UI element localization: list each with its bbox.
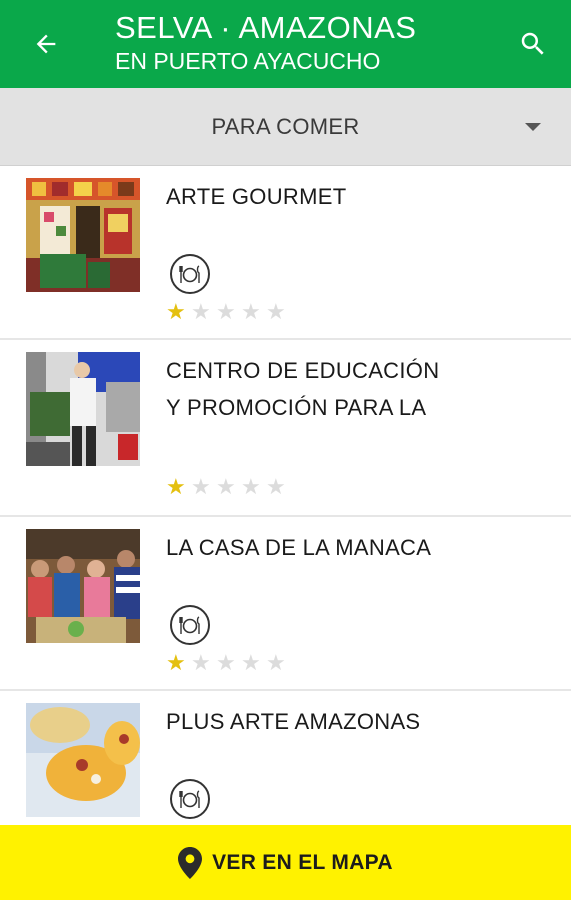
- view-map-button[interactable]: VER EN EL MAPA: [0, 825, 571, 900]
- app-bar: SELVA · AMAZONAS EN PUERTO AYACUCHO: [0, 0, 571, 88]
- star-icon: ★: [191, 299, 211, 324]
- page-subtitle: EN PUERTO AYACUCHO: [115, 48, 381, 74]
- star-icon: ★: [216, 650, 236, 675]
- star-icon: ★: [266, 474, 286, 499]
- view-map-label: VER EN EL MAPA: [212, 850, 393, 874]
- search-icon: [521, 32, 544, 55]
- rating-stars: ★ ★ ★ ★ ★: [166, 476, 291, 498]
- category-dropdown[interactable]: PARA COMER: [0, 88, 571, 166]
- place-thumbnail: [26, 352, 140, 466]
- star-icon: ★: [166, 650, 186, 675]
- places-list[interactable]: ARTE GOURMET ★ ★ ★ ★ ★ CENTRO DE EDUCACI…: [0, 166, 571, 825]
- list-item[interactable]: PLUS ARTE AMAZONAS: [0, 691, 571, 825]
- map-pin-icon: [178, 846, 203, 879]
- place-name: ARTE GOURMET: [166, 184, 347, 209]
- star-icon: ★: [241, 299, 261, 324]
- star-icon: ★: [166, 474, 186, 499]
- list-item[interactable]: LA CASA DE LA MANACA ★ ★ ★ ★ ★: [0, 517, 571, 691]
- place-name: PLUS ARTE AMAZONAS: [166, 709, 421, 734]
- header-titles: SELVA · AMAZONAS EN PUERTO AYACUCHO: [115, 10, 416, 76]
- back-button[interactable]: [28, 26, 64, 62]
- restaurant-icon: [170, 779, 210, 819]
- rating-stars: ★ ★ ★ ★ ★: [166, 652, 291, 674]
- restaurant-icon: [170, 605, 210, 645]
- place-thumbnail: [26, 178, 140, 292]
- restaurant-icon: [170, 254, 210, 294]
- place-name: LA CASA DE LA MANACA: [166, 535, 432, 560]
- list-item[interactable]: CENTRO DE EDUCACIÓN Y PROMOCIÓN PARA LA …: [0, 340, 571, 517]
- star-icon: ★: [266, 299, 286, 324]
- place-thumbnail: [26, 529, 140, 643]
- star-icon: ★: [241, 650, 261, 675]
- star-icon: ★: [166, 299, 186, 324]
- caret-down-icon: [525, 123, 541, 131]
- star-icon: ★: [191, 474, 211, 499]
- arrow-back-icon: [36, 34, 56, 54]
- star-icon: ★: [216, 474, 236, 499]
- place-name: CENTRO DE EDUCACIÓN Y PROMOCIÓN PARA LA: [166, 358, 440, 420]
- star-icon: ★: [266, 650, 286, 675]
- list-item[interactable]: ARTE GOURMET ★ ★ ★ ★ ★: [0, 166, 571, 340]
- star-icon: ★: [191, 650, 211, 675]
- star-icon: ★: [241, 474, 261, 499]
- place-thumbnail: [26, 703, 140, 817]
- search-button[interactable]: [515, 26, 551, 62]
- page-title: SELVA · AMAZONAS: [115, 10, 417, 45]
- star-icon: ★: [216, 299, 236, 324]
- category-dropdown-label: PARA COMER: [211, 114, 360, 139]
- rating-stars: ★ ★ ★ ★ ★: [166, 301, 291, 323]
